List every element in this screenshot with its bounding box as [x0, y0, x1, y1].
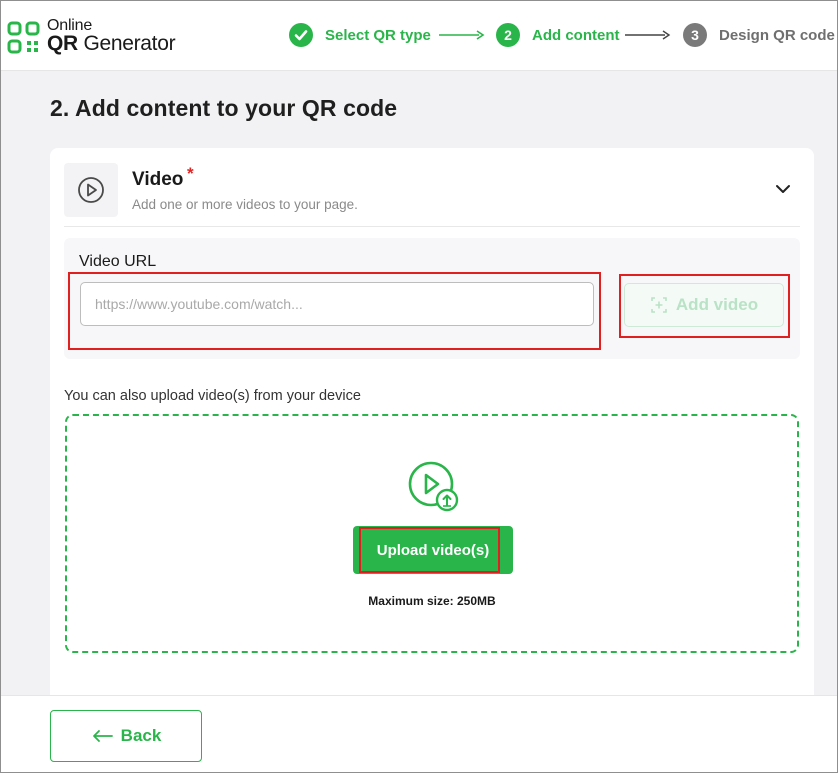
- brand-generator-text: Generator: [77, 32, 176, 55]
- section-subtitle: Add one or more videos to your page.: [132, 197, 358, 212]
- required-mark: *: [187, 164, 194, 183]
- video-url-input[interactable]: [80, 282, 594, 326]
- step-2-number[interactable]: 2: [496, 23, 520, 47]
- section-title: Video: [132, 169, 184, 190]
- upload-videos-button[interactable]: Upload video(s): [353, 526, 513, 574]
- video-upload-icon: [408, 461, 459, 512]
- step-2-label[interactable]: Add content: [532, 27, 620, 44]
- collapse-toggle[interactable]: [772, 181, 794, 197]
- step-3-number[interactable]: 3: [683, 23, 707, 47]
- content-card: Video * Add one or more videos to your p…: [50, 148, 814, 708]
- chevron-down-icon: [776, 185, 790, 193]
- step-arrow-icon: [439, 30, 485, 40]
- add-video-button[interactable]: Add video: [624, 283, 784, 327]
- brand-line2: QR Generator: [47, 32, 176, 56]
- divider: [64, 226, 800, 227]
- qr-logo-icon: [7, 21, 40, 54]
- add-square-icon: [651, 297, 667, 313]
- brand-qr-text: QR: [47, 32, 78, 55]
- page-title: 2. Add content to your QR code: [50, 95, 398, 121]
- play-circle-icon: [78, 177, 104, 203]
- max-size-note: Maximum size: 250MB: [368, 594, 496, 608]
- back-label: Back: [120, 726, 162, 745]
- step-arrow-icon: [625, 30, 671, 40]
- brand-logo[interactable]: Online QR Generator: [7, 17, 197, 57]
- step-1-label[interactable]: Select QR type: [325, 27, 431, 44]
- arrow-left-icon: [92, 730, 113, 742]
- top-header: Online QR Generator Select QR type 2 Add…: [1, 1, 837, 71]
- video-url-label: Video URL: [79, 253, 157, 270]
- step-3-label[interactable]: Design QR code: [719, 27, 835, 44]
- upload-dropzone[interactable]: Upload video(s) Maximum size: 250MB: [65, 414, 799, 653]
- section-icon-box: [64, 163, 118, 217]
- footer-bar: Back: [1, 695, 837, 772]
- app-frame: Online QR Generator Select QR type 2 Add…: [0, 0, 838, 773]
- step-1-check-icon[interactable]: [289, 23, 313, 47]
- add-video-label: Add video: [675, 295, 759, 314]
- video-url-panel: Video URL Add video: [64, 238, 800, 359]
- upload-note: You can also upload video(s) from your d…: [64, 388, 361, 404]
- back-button[interactable]: Back: [50, 710, 202, 762]
